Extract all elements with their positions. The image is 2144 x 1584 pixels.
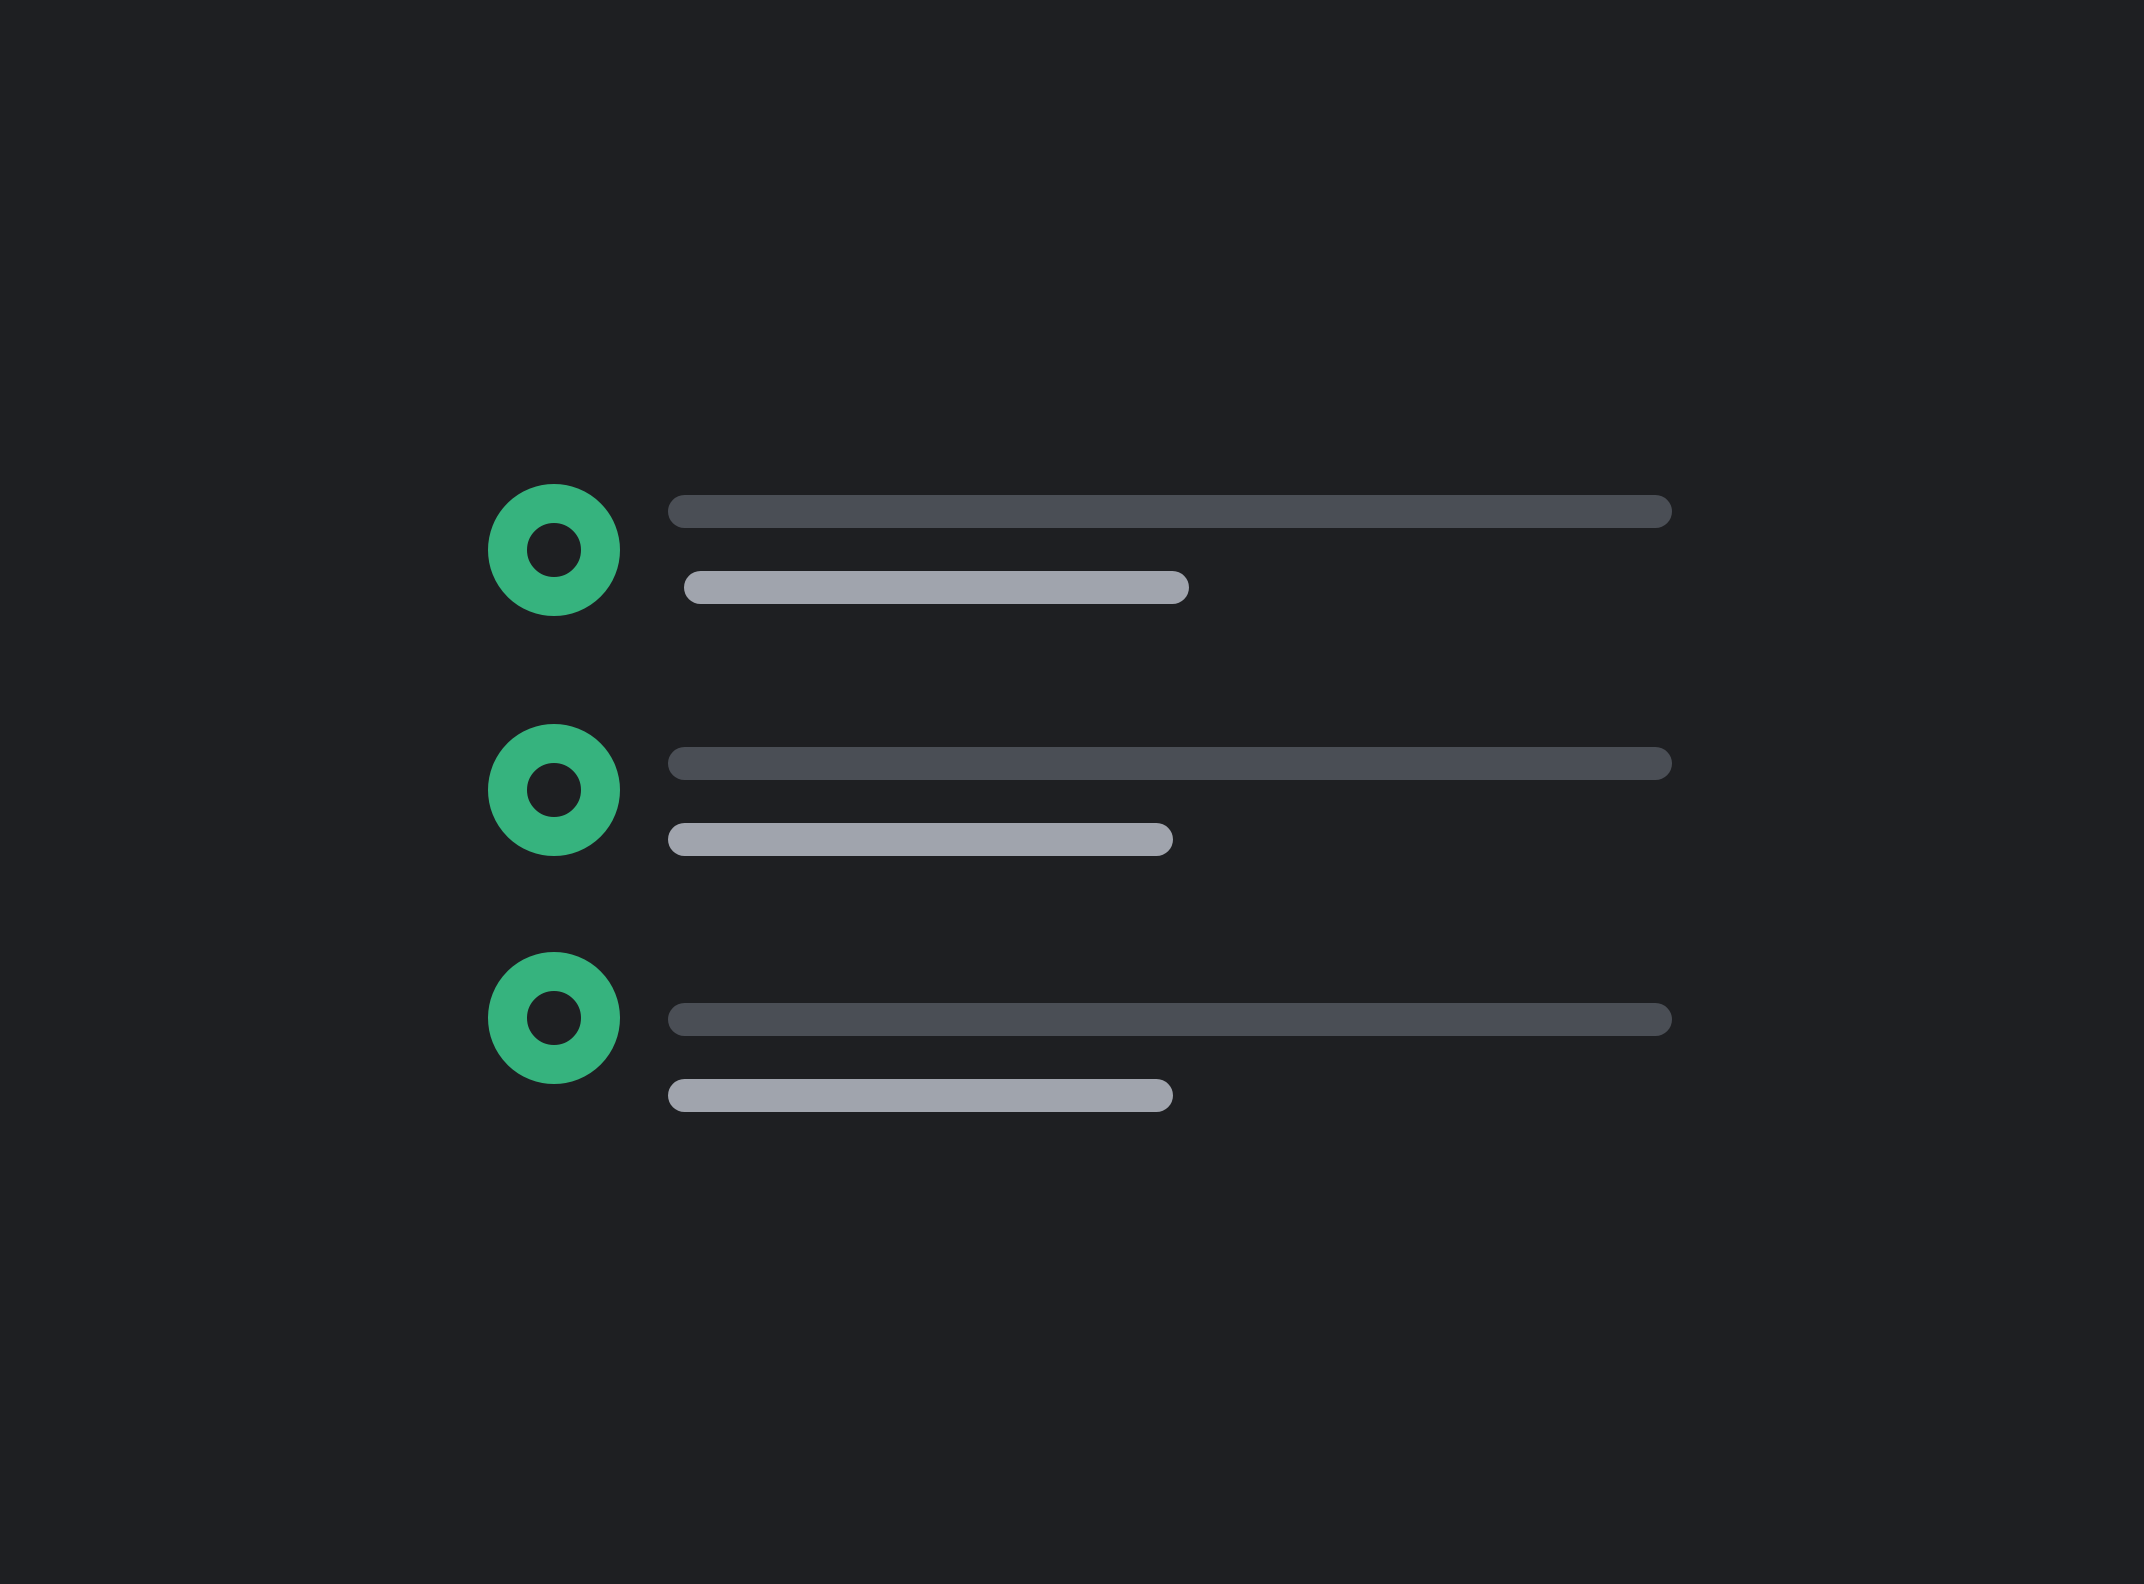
skeleton-list-item	[0, 950, 2144, 1112]
skeleton-title-bar	[668, 747, 1672, 780]
skeleton-title-bar	[668, 1003, 1672, 1036]
ring-status-icon	[488, 484, 620, 616]
ring-status-icon	[488, 952, 620, 1084]
skeleton-subtitle-bar	[668, 823, 1173, 856]
skeleton-list-item	[0, 722, 2144, 862]
skeleton-subtitle-bar	[684, 571, 1189, 604]
ring-status-icon	[488, 724, 620, 856]
skeleton-list-screen	[0, 0, 2144, 1584]
skeleton-list-item	[0, 482, 2144, 622]
skeleton-title-bar	[668, 495, 1672, 528]
skeleton-subtitle-bar	[668, 1079, 1173, 1112]
